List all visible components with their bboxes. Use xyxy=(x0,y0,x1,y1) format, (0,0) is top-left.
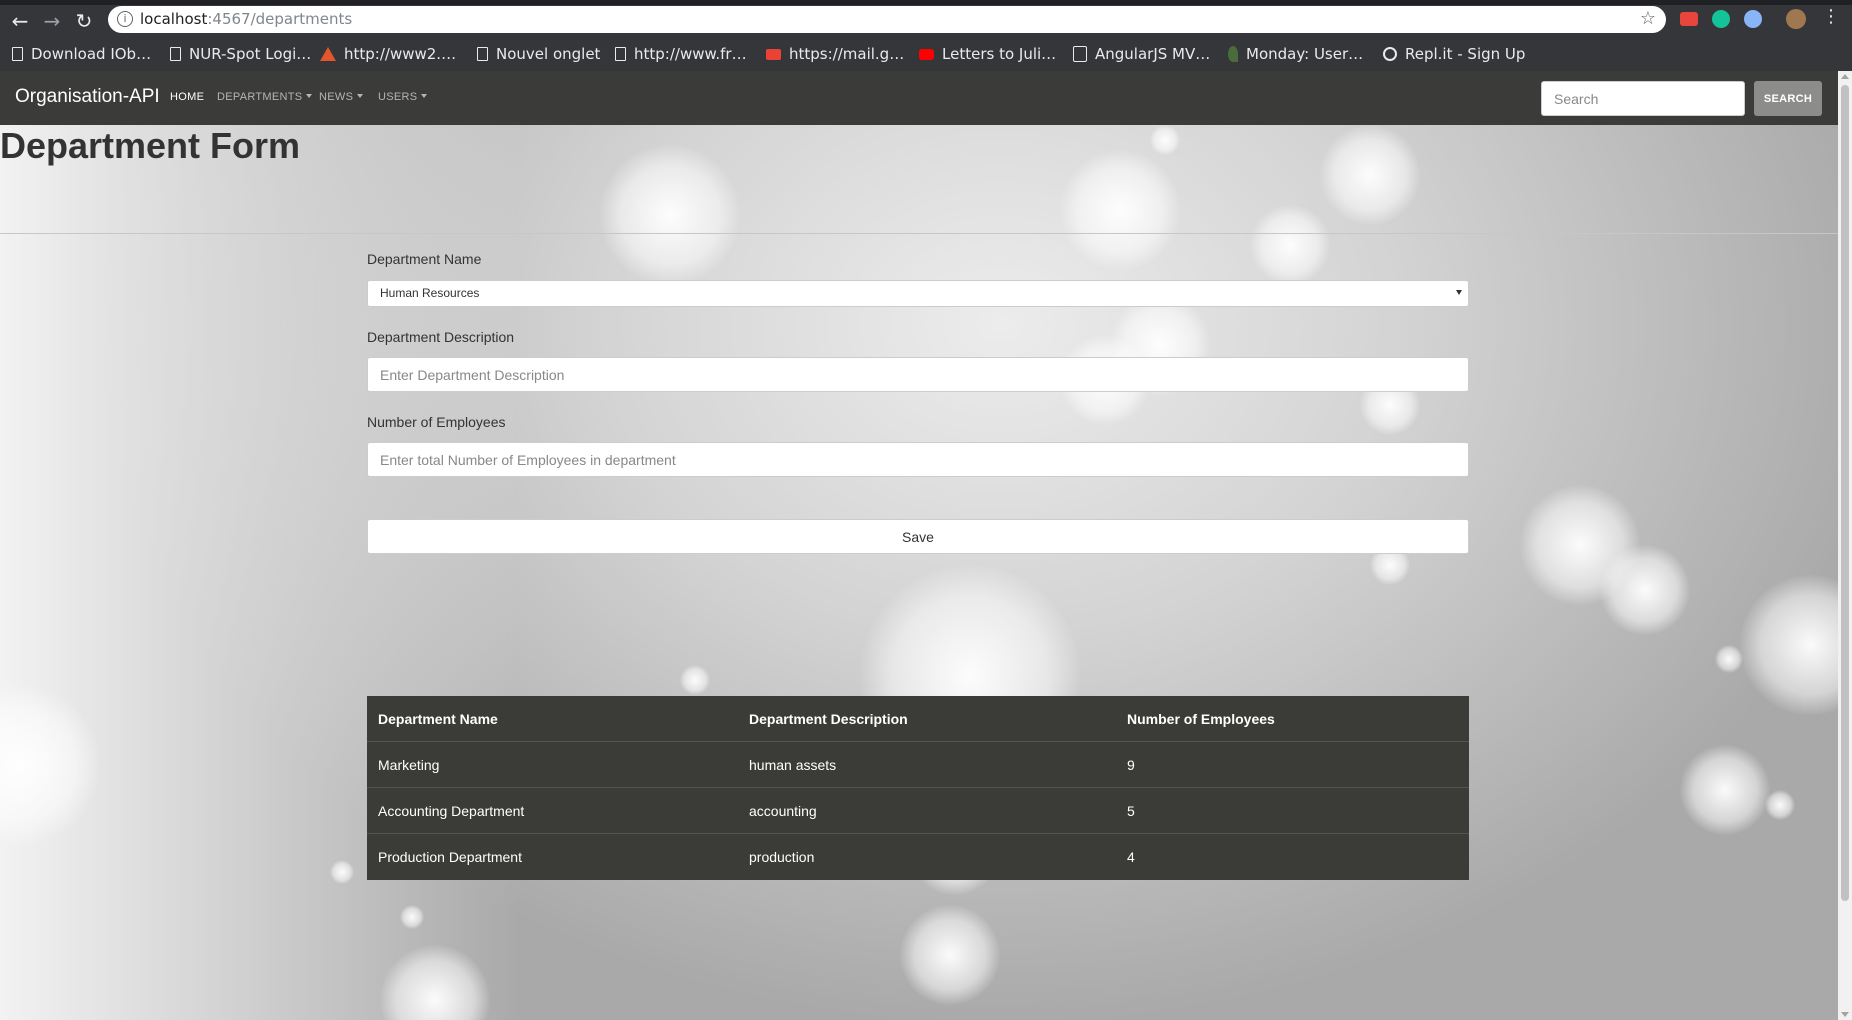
caret-down-icon xyxy=(421,94,428,98)
triangle-logo-icon xyxy=(320,47,336,61)
bookmark-item[interactable]: https://mail.g… xyxy=(766,43,904,65)
cell-number-of-employees: 9 xyxy=(1127,757,1135,773)
cell-department-name: Production Department xyxy=(378,849,522,865)
scroll-down-icon[interactable] xyxy=(1841,1012,1849,1017)
cell-department-description: production xyxy=(749,849,815,865)
search-button[interactable]: SEARCH xyxy=(1754,81,1822,116)
cell-department-description: human assets xyxy=(749,757,837,773)
reload-icon[interactable]: ↻ xyxy=(71,8,97,34)
scrollbar-thumb[interactable] xyxy=(1841,85,1849,901)
department-name-label: Department Name xyxy=(367,251,482,267)
cell-department-name: Accounting Department xyxy=(378,803,525,819)
nav-news-dropdown[interactable]: NEWS xyxy=(319,91,364,103)
bookmark-item[interactable]: AngularJS MV… xyxy=(1073,43,1210,65)
number-of-employees-label: Number of Employees xyxy=(367,414,506,430)
angular-icon xyxy=(1073,46,1087,62)
bookmark-item[interactable]: NUR-Spot Logi… xyxy=(170,43,311,65)
department-description-label: Department Description xyxy=(367,329,515,345)
table-row: Accounting Department accounting 5 xyxy=(367,788,1469,834)
bookmark-star-icon[interactable]: ☆ xyxy=(1640,8,1656,29)
scrollbar[interactable] xyxy=(1838,71,1852,1020)
url-text: localhost:4567/departments xyxy=(140,10,353,28)
document-icon xyxy=(12,47,23,61)
table-row: Marketing human assets 9 xyxy=(367,742,1469,788)
search-input[interactable] xyxy=(1541,81,1745,116)
save-button[interactable]: Save xyxy=(367,519,1469,554)
bookmark-item[interactable]: Download IOb… xyxy=(12,43,151,65)
replit-icon xyxy=(1383,47,1397,61)
youtube-icon xyxy=(919,48,934,60)
column-header: Number of Employees xyxy=(1127,711,1275,727)
bookmark-item[interactable]: http://www2.… xyxy=(320,43,456,65)
dropdown-arrow-icon xyxy=(1456,290,1462,295)
grammarly-icon[interactable] xyxy=(1712,10,1730,28)
avatar[interactable] xyxy=(1786,9,1806,29)
departments-table: Department Name Department Description N… xyxy=(367,696,1469,880)
kebab-menu-icon[interactable]: ⋮ xyxy=(1822,6,1840,27)
bookmark-item[interactable]: http://www.fr… xyxy=(615,43,747,65)
divider xyxy=(0,233,1838,234)
brand-logo[interactable]: Organisation-API xyxy=(15,86,160,108)
info-icon[interactable]: i xyxy=(117,11,133,27)
caret-down-icon xyxy=(357,94,364,98)
document-icon xyxy=(170,47,181,61)
department-name-selected: Human Resources xyxy=(380,286,480,300)
document-icon xyxy=(477,47,488,61)
page-background xyxy=(0,125,1838,1020)
leaf-icon xyxy=(1228,46,1238,62)
cell-department-description: accounting xyxy=(749,803,817,819)
page-title: Department Form xyxy=(0,125,301,166)
nav-departments-dropdown[interactable]: DEPARTMENTS xyxy=(217,91,313,103)
bookmarks-bar: Download IOb… NUR-Spot Logi… http://www2… xyxy=(0,38,1852,71)
number-of-employees-input[interactable] xyxy=(367,442,1469,477)
scroll-up-icon[interactable] xyxy=(1841,74,1849,79)
nav-home[interactable]: HOME xyxy=(170,91,204,103)
cell-number-of-employees: 5 xyxy=(1127,803,1135,819)
cell-department-name: Marketing xyxy=(378,757,440,773)
extension-icon[interactable] xyxy=(1680,12,1698,26)
department-description-input[interactable] xyxy=(367,357,1469,392)
bookmark-item[interactable]: Monday: User… xyxy=(1228,43,1363,65)
bookmark-item[interactable]: Letters to Juli… xyxy=(919,43,1056,65)
cell-number-of-employees: 4 xyxy=(1127,849,1135,865)
column-header: Department Name xyxy=(378,711,498,727)
nav-users-dropdown[interactable]: USERS xyxy=(378,91,428,103)
extension-icon[interactable] xyxy=(1744,10,1762,28)
document-icon xyxy=(615,47,626,61)
department-name-select[interactable]: Human Resources xyxy=(367,280,1469,307)
table-header-row: Department Name Department Description N… xyxy=(367,696,1469,742)
back-arrow-icon[interactable]: ← xyxy=(7,8,33,34)
address-bar[interactable]: i localhost:4567/departments ☆ xyxy=(108,6,1666,33)
bookmark-item[interactable]: Repl.it - Sign Up xyxy=(1383,43,1525,65)
site-navbar: Organisation-API HOME DEPARTMENTS NEWS U… xyxy=(0,71,1838,125)
caret-down-icon xyxy=(306,94,313,98)
gmail-icon xyxy=(766,48,781,60)
bookmark-item[interactable]: Nouvel onglet xyxy=(477,43,600,65)
tab-strip xyxy=(0,0,1852,5)
column-header: Department Description xyxy=(749,711,908,727)
forward-arrow-icon[interactable]: → xyxy=(39,8,65,34)
table-row: Production Department production 4 xyxy=(367,834,1469,880)
